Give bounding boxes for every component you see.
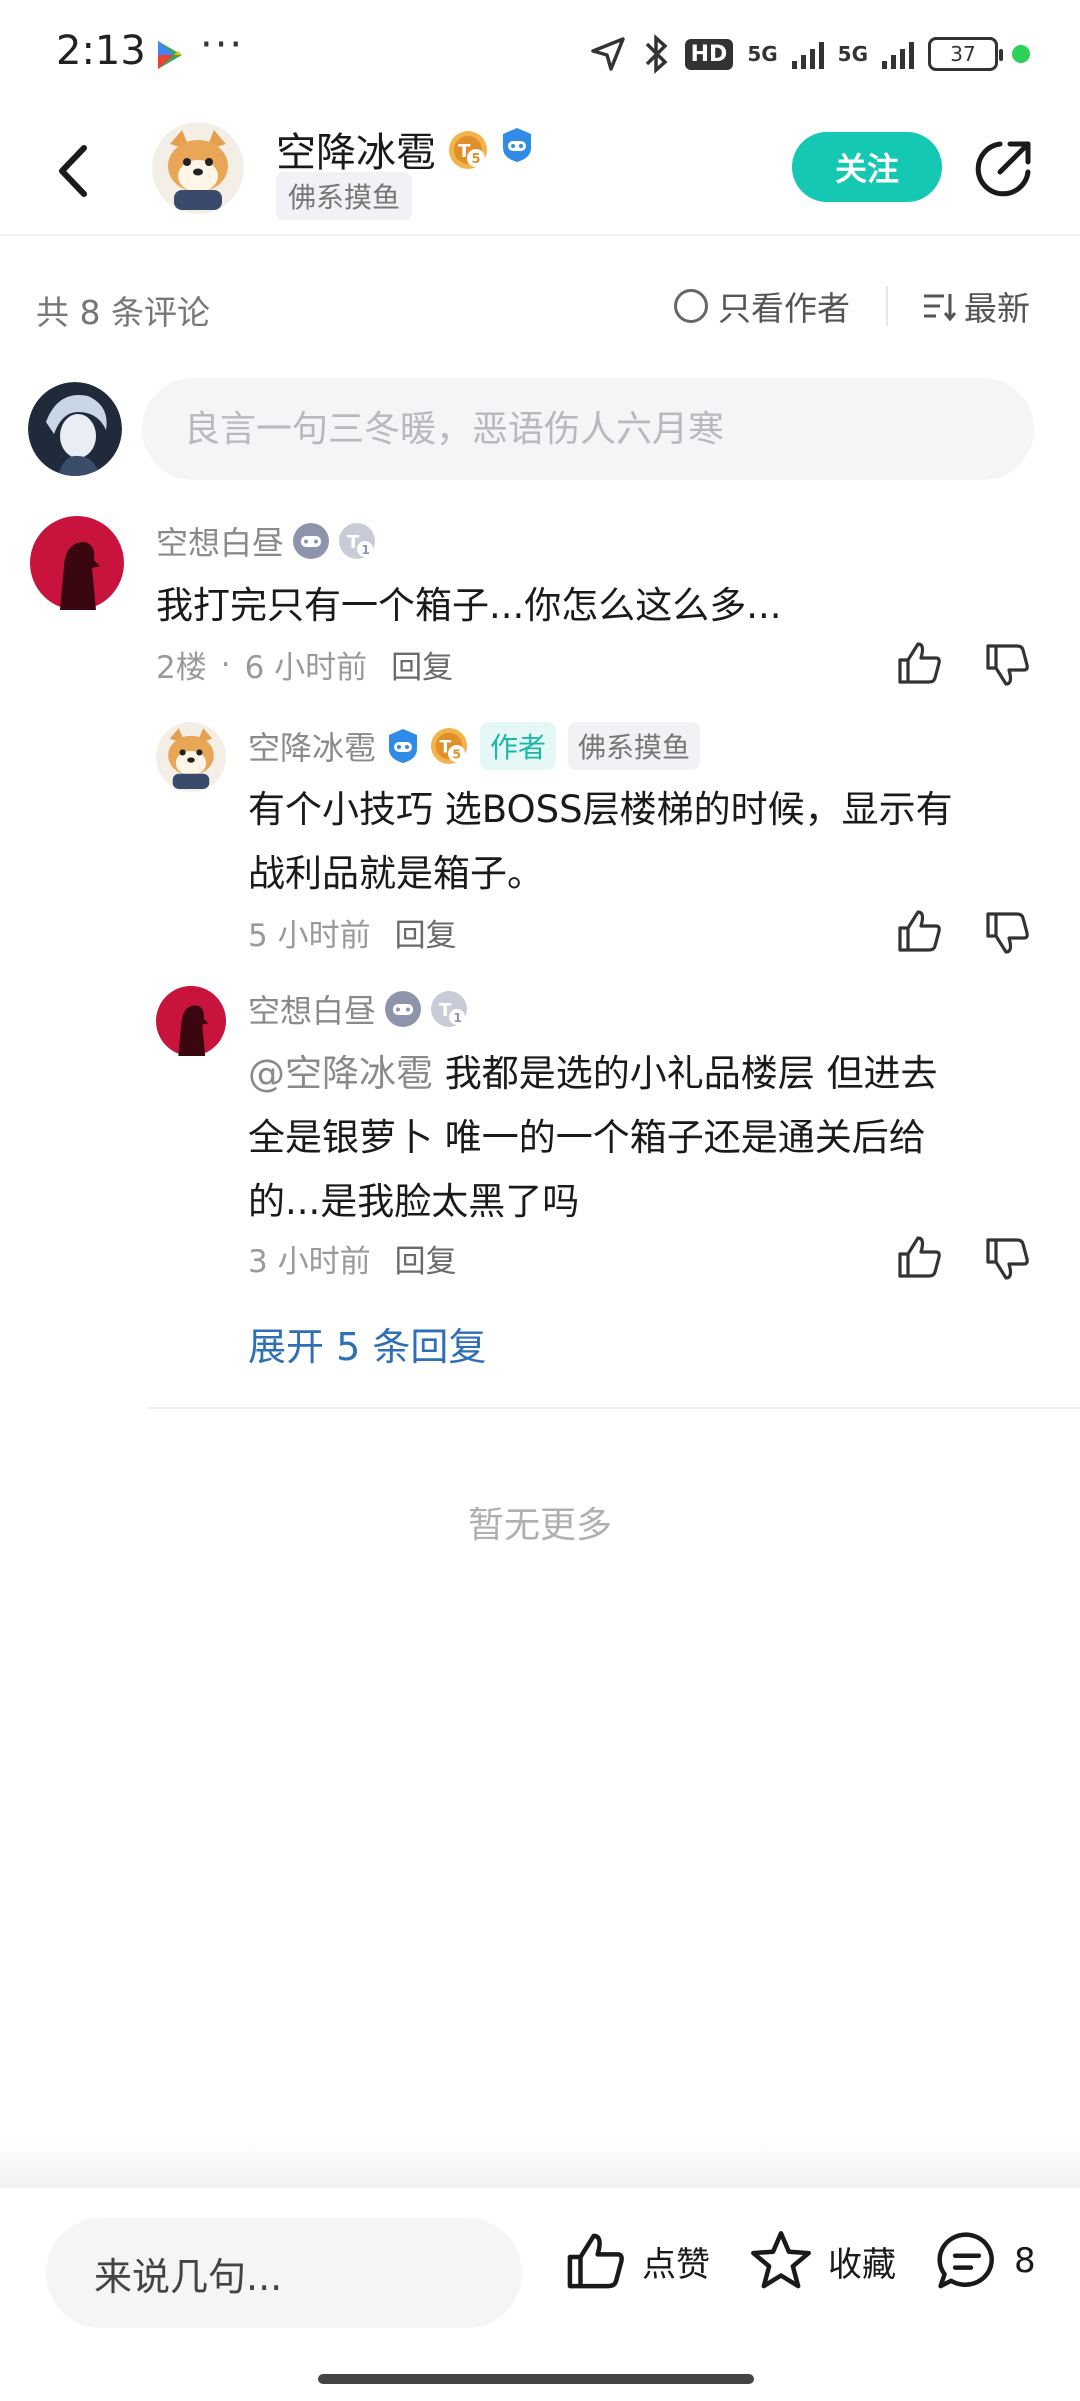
favorite-label: 收藏	[828, 2244, 896, 2285]
bluetooth-icon	[645, 34, 668, 74]
reply-text-line: 有个小技巧 选BOSS层楼梯的时候，显示有	[248, 788, 953, 831]
active-indicator-icon	[1012, 45, 1030, 63]
radio-circle-icon	[674, 289, 708, 323]
like-button[interactable]: 点赞	[562, 2228, 710, 2294]
comment-text: 我打完只有一个箱子...你怎么这么多...	[156, 584, 782, 627]
signal-icon	[791, 39, 824, 69]
filter-divider	[886, 286, 888, 326]
reply-time: 5 小时前	[248, 918, 371, 954]
gamer-badge-icon	[389, 729, 418, 763]
author-avatar[interactable]	[152, 122, 244, 214]
thumbs-up-icon	[567, 2233, 624, 2289]
level-t1-badge-icon: T1	[431, 991, 468, 1027]
sort-label: 最新	[964, 289, 1030, 328]
svg-text:5: 5	[472, 152, 481, 167]
reply-time: 3 小时前	[248, 1244, 371, 1280]
home-indicator[interactable]	[318, 2374, 754, 2384]
comment-bubble-icon	[937, 2232, 994, 2289]
header: 空降冰雹 T 5 佛系摸鱼 关注	[0, 110, 1080, 236]
bottom-fade	[0, 2140, 1080, 2186]
author-title-tag: 佛系摸鱼	[276, 172, 413, 220]
level-t5-badge-icon: T 5	[449, 131, 487, 169]
mention-link[interactable]: @空降冰雹	[248, 1052, 433, 1095]
share-icon[interactable]	[970, 136, 1036, 202]
comment-count-badge: 8	[1014, 2241, 1036, 2281]
thread-divider	[148, 1407, 1080, 1409]
thumbs-up-icon[interactable]	[894, 638, 944, 688]
svg-text:1: 1	[362, 543, 370, 557]
reply-text-segment: 我都是选的小礼品楼层 但进去	[433, 1052, 938, 1095]
status-icons: HD 5G 5G 37	[589, 30, 1030, 78]
reply-user-row: 空降冰雹 T5 作者 佛系摸鱼	[248, 722, 701, 770]
network-5g-label-2: 5G	[837, 42, 868, 66]
battery-level: 37	[950, 42, 976, 66]
battery-icon: 37	[928, 37, 1003, 71]
comment-input[interactable]	[142, 378, 1034, 480]
reply-username[interactable]: 空降冰雹	[248, 723, 376, 769]
back-icon[interactable]	[44, 136, 104, 206]
no-more-label: 暂无更多	[467, 1505, 612, 1546]
sort-button[interactable]: 最新	[920, 282, 1030, 330]
comment-filter-bar: 共 8 条评论 只看作者 最新	[0, 236, 1080, 376]
comment-username[interactable]: 空想白昼	[156, 518, 284, 564]
favorite-button[interactable]: 收藏	[748, 2228, 896, 2294]
comment-meta: 2楼 · 6 小时前 回复	[156, 642, 453, 687]
comment-count: 共 8 条评论	[36, 293, 210, 332]
author-badge: 作者	[480, 722, 557, 770]
level-t1-badge-icon: T1	[339, 523, 376, 559]
reply-text: 有个小技巧 选BOSS层楼梯的时候，显示有 战利品就是箱子。	[248, 778, 953, 906]
reply-text-line: @空降冰雹 我都是选的小礼品楼层 但进去	[248, 1042, 938, 1106]
gamer-badge-icon	[385, 991, 422, 1027]
gamer-badge-icon	[503, 128, 531, 162]
gamer-badge-icon	[293, 523, 330, 559]
reply-text-line: 全是银萝卜 唯一的一个箱子还是通关后给	[248, 1116, 926, 1159]
commenter-avatar[interactable]	[30, 516, 124, 610]
expand-replies-link[interactable]: 展开 5 条回复	[248, 1316, 486, 1371]
svg-text:5: 5	[452, 747, 461, 761]
location-icon	[590, 37, 625, 71]
author-name[interactable]: 空降冰雹	[276, 120, 436, 178]
network-5g-label: 5G	[747, 42, 778, 66]
reply-username[interactable]: 空想白昼	[248, 986, 376, 1032]
status-time: 2:13	[56, 28, 146, 74]
reply-text-line: 的...是我脸太黑了吗	[248, 1180, 580, 1223]
comments-button[interactable]: 8	[934, 2228, 1036, 2294]
reply-avatar[interactable]	[156, 986, 226, 1056]
reply-text-line: 战利品就是箱子。	[248, 852, 544, 895]
hd-icon: HD	[684, 38, 734, 70]
sort-icon	[924, 294, 956, 322]
reply-text: @空降冰雹 我都是选的小礼品楼层 但进去 全是银萝卜 唯一的一个箱子还是通关后给…	[248, 1042, 938, 1234]
reply-meta: 5 小时前 回复	[248, 910, 457, 955]
comment-floor: 2楼	[156, 650, 207, 686]
play-store-icon	[158, 41, 182, 69]
reply-user-row: 空想白昼 T1	[248, 986, 468, 1032]
my-avatar[interactable]	[28, 382, 122, 476]
bottom-action-bar: 来说几句... 点赞 收藏 8	[0, 2186, 1080, 2401]
like-label: 点赞	[642, 2244, 710, 2285]
user-title-tag: 佛系摸鱼	[568, 722, 701, 770]
reply-button[interactable]: 回复	[395, 910, 457, 955]
more-notifications-icon: ···	[200, 22, 245, 68]
thumbs-down-icon[interactable]	[982, 908, 1032, 958]
reply-button[interactable]: 回复	[391, 642, 453, 687]
only-author-label: 只看作者	[718, 289, 850, 328]
reply-avatar[interactable]	[156, 722, 226, 792]
reply-meta: 3 小时前 回复	[248, 1236, 457, 1281]
reply-button[interactable]: 回复	[395, 1236, 457, 1281]
svg-text:1: 1	[454, 1011, 462, 1025]
thumbs-up-icon[interactable]	[894, 906, 944, 956]
meta-separator: ·	[220, 646, 231, 683]
thumbs-down-icon[interactable]	[982, 1234, 1032, 1284]
only-author-toggle[interactable]: 只看作者	[674, 282, 850, 330]
quick-comment-input[interactable]: 来说几句...	[46, 2218, 522, 2328]
comment-time: 6 小时前	[244, 650, 368, 686]
level-t5-badge-icon: T5	[430, 727, 468, 765]
status-bar: 2:13 ··· HD 5G 5G 37	[0, 0, 1080, 110]
thumbs-up-icon[interactable]	[894, 1232, 944, 1282]
follow-button[interactable]: 关注	[792, 132, 942, 202]
star-icon	[751, 2231, 811, 2289]
signal-icon-2	[882, 39, 914, 69]
comment-user-row: 空想白昼 T1	[156, 518, 376, 564]
thumbs-down-icon[interactable]	[982, 640, 1032, 690]
